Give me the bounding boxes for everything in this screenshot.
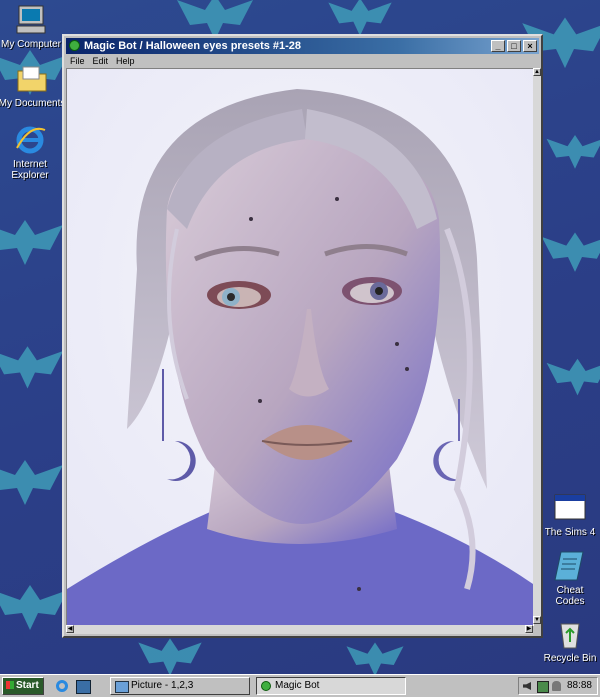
desktop-icon-label: Recycle Bin [543,653,597,664]
start-button[interactable]: Start [2,677,44,695]
menu-edit[interactable]: Edit [89,55,113,67]
scroll-right-arrow-icon[interactable]: ▶ [525,625,533,633]
computer-icon [16,5,46,34]
bat-decoration-icon [0,346,64,389]
task-label: Magic Bot [275,680,320,691]
menu-bar: File Edit Help [66,55,539,67]
app-icon [261,681,271,691]
bat-decoration-icon [346,642,404,674]
desktop-icon-internet-explorer[interactable]: Internet Explorer [0,124,65,181]
window-titlebar[interactable]: Magic Bot / Halloween eyes presets #1-28… [66,38,539,54]
task-button-picture[interactable]: Picture - 1,2,3 [110,677,250,695]
clock: 88:88 [566,680,592,691]
window-title: Magic Bot / Halloween eyes presets #1-28 [84,40,302,52]
close-button[interactable]: × [523,40,537,52]
vertical-scrollbar[interactable]: ▲ ▼ [533,68,541,624]
system-tray: 88:88 [518,677,598,695]
task-button-magic-bot[interactable]: Magic Bot [256,677,406,695]
scroll-down-arrow-icon[interactable]: ▼ [533,616,541,624]
minimize-button[interactable]: _ [491,40,505,52]
maximize-button[interactable]: □ [507,40,521,52]
desktop-icon-label: Cheat [556,585,584,596]
recycle-bin-icon [560,623,580,649]
quick-launch [52,678,96,694]
desktop-icon-the-sims-4[interactable]: The Sims 4 [535,492,600,538]
desktop-icon-label: The Sims 4 [544,527,596,538]
bat-decoration-icon [0,220,63,265]
desktop-icon-cheat-codes[interactable]: Cheat Codes [535,550,600,607]
task-label: Picture - 1,2,3 [131,680,194,691]
menu-help[interactable]: Help [112,55,139,67]
desktop-icon-label: Internet [13,159,47,170]
desktop-icon-my-computer[interactable]: My Computer [0,4,66,50]
image-viewport [66,68,534,626]
desktop-icon-label: Codes [555,596,585,607]
notepad-icon [554,551,584,581]
portrait-image [67,69,533,625]
desktop-icon-label: My Computer [0,39,61,50]
show-desktop-icon[interactable] [76,680,91,694]
app-window: Magic Bot / Halloween eyes presets #1-28… [62,34,543,638]
folder-icon [17,66,47,92]
network-icon[interactable] [537,681,549,693]
desktop-icon-label: Explorer [11,170,49,181]
volume-icon[interactable] [523,682,531,690]
bat-decoration-icon [546,358,600,396]
bat-decoration-icon [546,135,600,169]
picture-icon [115,681,129,693]
bat-decoration-icon [0,460,63,505]
start-label: Start [16,680,39,691]
user-icon[interactable] [552,681,561,691]
menu-file[interactable]: File [66,55,89,67]
bat-decoration-icon [0,585,68,630]
windows-logo-icon [6,681,14,689]
internet-explorer-icon[interactable] [56,680,68,692]
horizontal-scrollbar[interactable]: ◀ ▶ [66,625,533,634]
desktop-icon-label: My Documents [0,98,66,109]
desktop-icon-my-documents[interactable]: My Documents [0,63,67,109]
app-icon [69,40,80,51]
window-app-icon [554,494,586,520]
scroll-up-arrow-icon[interactable]: ▲ [533,68,541,76]
scroll-left-arrow-icon[interactable]: ◀ [66,625,74,633]
bat-decoration-icon [541,232,600,272]
internet-explorer-icon [16,126,46,154]
taskbar: Start Picture - 1,2,3 Magic Bot 88:88 [0,674,600,697]
desktop-icon-recycle-bin[interactable]: Recycle Bin [535,618,600,664]
desktop: My Computer My Documents Internet Explor… [0,0,600,674]
